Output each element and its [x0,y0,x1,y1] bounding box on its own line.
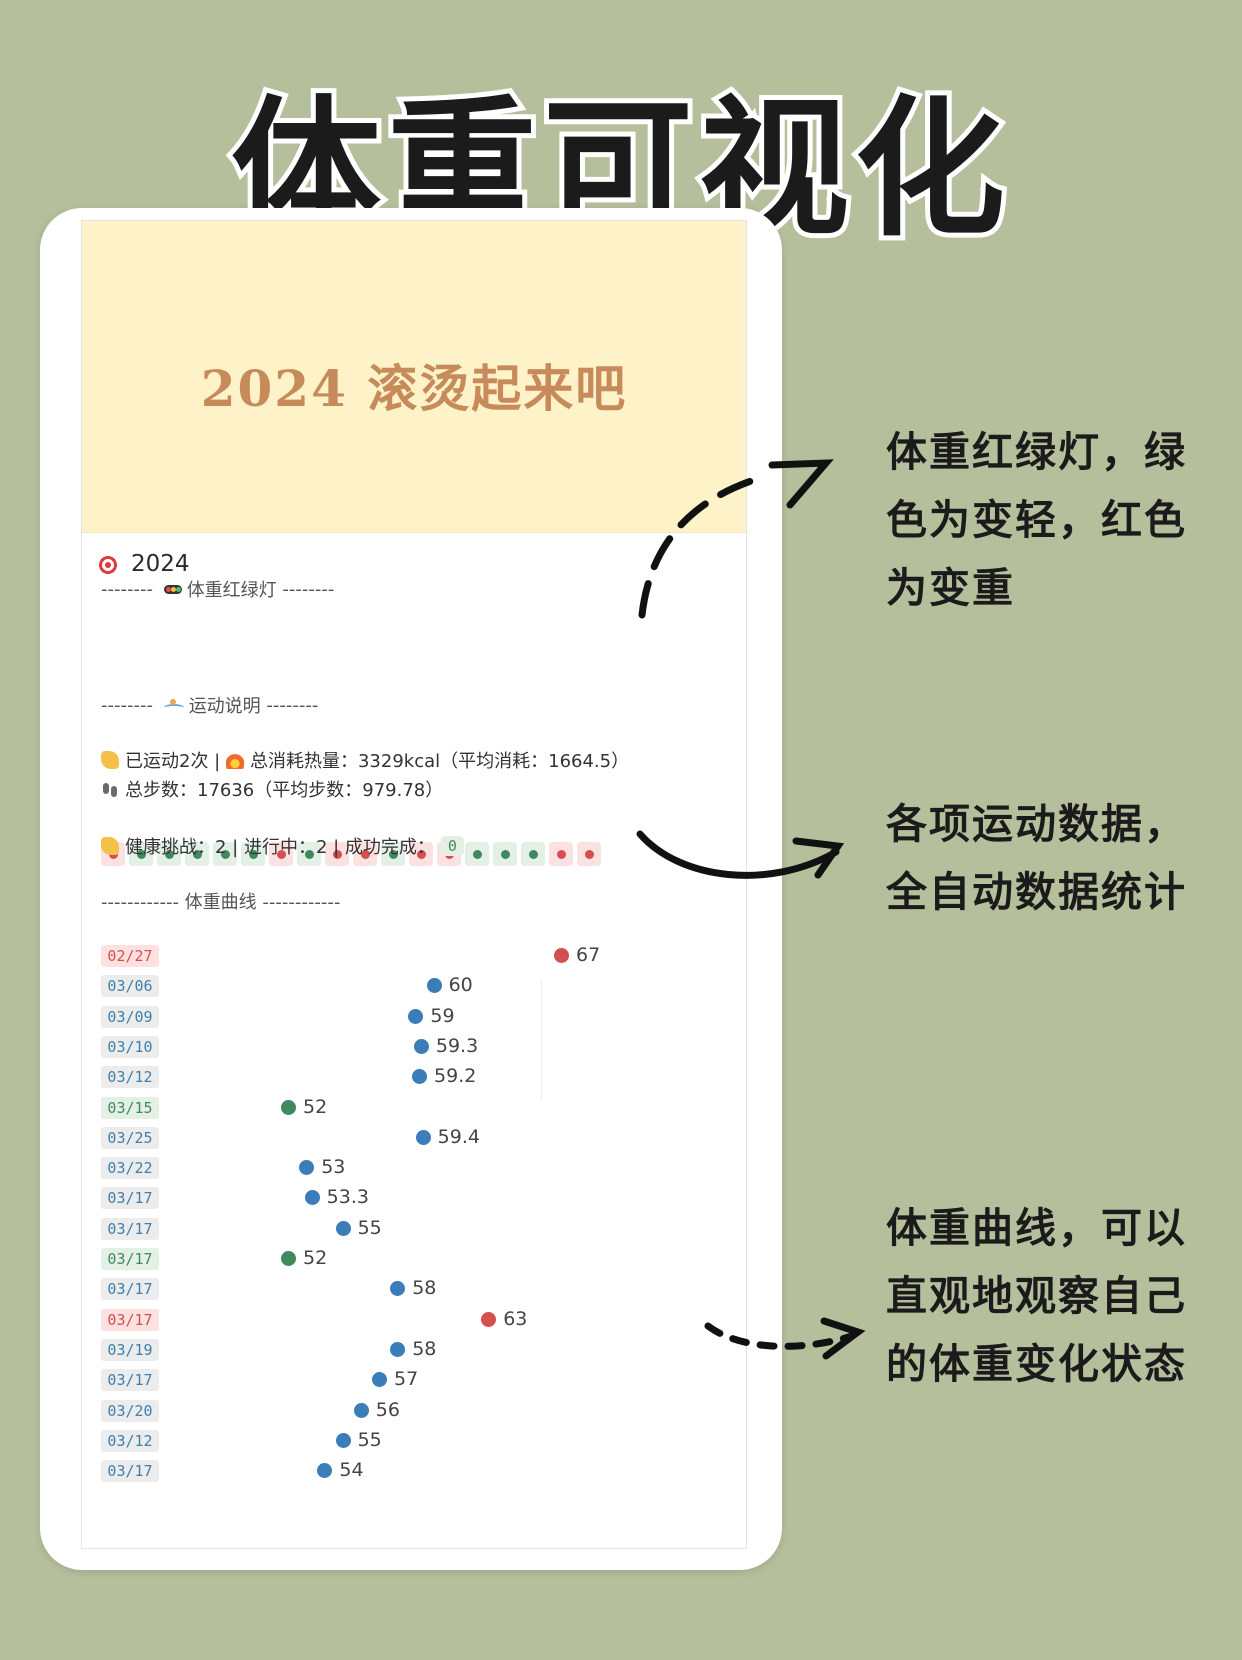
dashed-arrow-curve-top [638,474,764,619]
annotation-arrows [636,459,866,1360]
arrowhead-top [768,459,834,509]
dashed-arrow-curve-bottom [704,1322,856,1350]
